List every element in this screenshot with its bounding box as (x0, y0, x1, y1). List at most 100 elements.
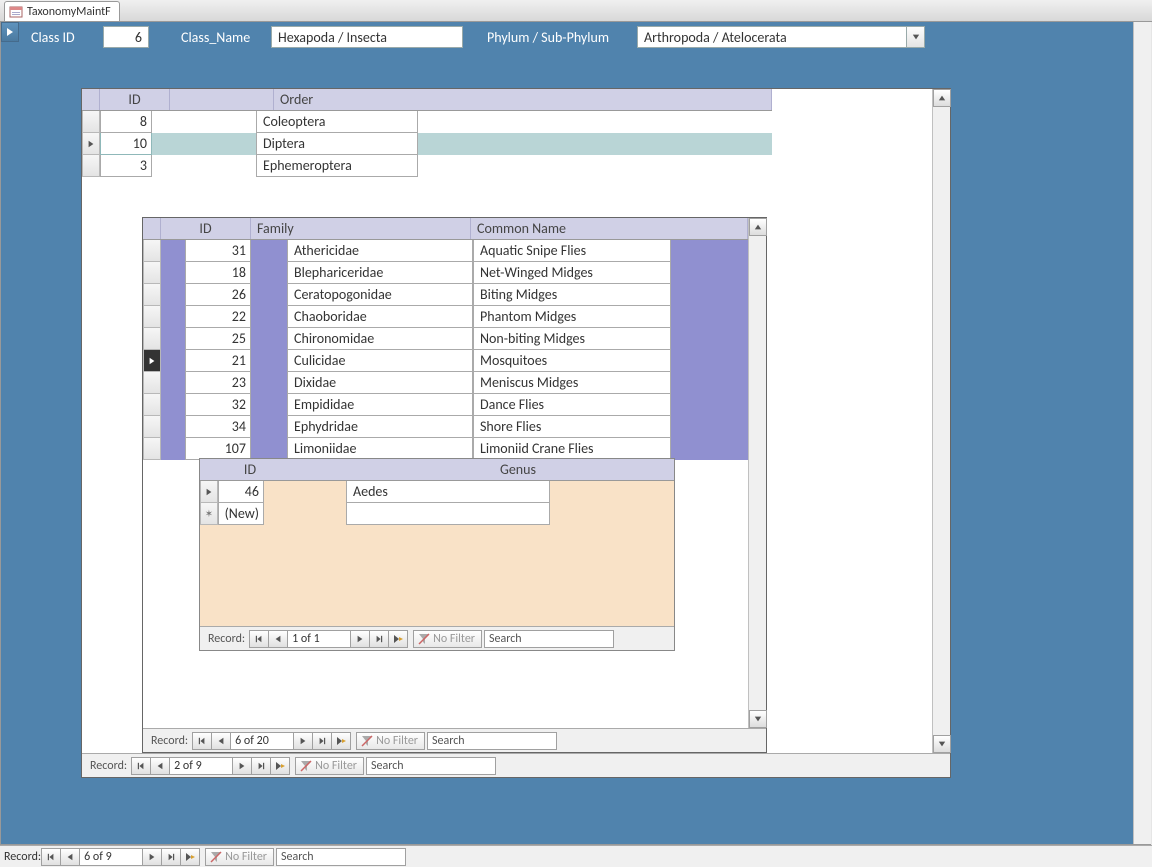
next-record-button[interactable] (350, 630, 370, 648)
families-common-header[interactable]: Common Name (471, 218, 748, 239)
family-row[interactable]: 21CulicidaeMosquitoes (143, 350, 748, 372)
families-id-header[interactable]: ID (161, 218, 251, 239)
orders-vscroll[interactable] (932, 89, 950, 753)
row-selector[interactable] (143, 328, 161, 350)
prev-record-button[interactable] (268, 630, 288, 648)
row-selector[interactable] (143, 372, 161, 394)
family-common-name[interactable]: Non-biting Midges (473, 328, 671, 350)
order-row[interactable]: 10 Diptera (82, 133, 772, 155)
new-record-button[interactable] (388, 630, 408, 648)
filter-button[interactable]: No Filter (413, 630, 482, 648)
row-selector[interactable] (143, 262, 161, 284)
search-input[interactable]: Search (276, 848, 406, 866)
family-name[interactable]: Empididae (287, 394, 473, 416)
family-common-name[interactable]: Shore Flies (473, 416, 671, 438)
order-name[interactable]: Diptera (256, 133, 418, 155)
row-selector[interactable] (200, 481, 218, 503)
last-record-button[interactable] (312, 732, 332, 750)
new-record-button[interactable] (270, 757, 290, 775)
class-name-field[interactable]: Hexapoda / Insecta (271, 26, 463, 48)
row-selector[interactable] (82, 133, 100, 155)
family-common-name[interactable]: Mosquitoes (473, 350, 671, 372)
family-row[interactable]: 31 AthericidaeAquatic Snipe Flies (143, 240, 748, 262)
last-record-button[interactable] (161, 848, 181, 866)
family-row[interactable]: 18BlephariceridaeNet-Winged Midges (143, 262, 748, 284)
family-id[interactable]: 34 (185, 416, 251, 438)
family-name[interactable]: Limoniidae (287, 438, 473, 460)
prev-record-button[interactable] (150, 757, 170, 775)
family-name[interactable]: Chironomidae (287, 328, 473, 350)
family-id[interactable]: 18 (185, 262, 251, 284)
genera-id-header[interactable]: ID (218, 459, 282, 480)
family-id[interactable]: 107 (185, 438, 251, 460)
row-selector[interactable] (82, 111, 100, 133)
family-common-name[interactable]: Phantom Midges (473, 306, 671, 328)
family-row[interactable]: 23DixidaeMeniscus Midges (143, 372, 748, 394)
genus-row[interactable]: 46Aedes (200, 481, 674, 503)
families-rowsel-header[interactable] (143, 218, 161, 239)
record-position[interactable]: 1 of 1 (287, 630, 351, 648)
row-selector[interactable] (143, 438, 161, 460)
next-record-button[interactable] (232, 757, 252, 775)
search-input[interactable]: Search (484, 630, 614, 648)
orders-order-header[interactable]: Order (274, 89, 772, 110)
family-row[interactable]: 32EmpididaeDance Flies (143, 394, 748, 416)
last-record-button[interactable] (251, 757, 271, 775)
scroll-up-icon[interactable] (749, 218, 767, 236)
record-position[interactable]: 6 of 20 (230, 732, 294, 750)
filter-button[interactable]: No Filter (295, 757, 364, 775)
next-record-button[interactable] (293, 732, 313, 750)
scroll-down-icon[interactable] (749, 710, 767, 728)
last-record-button[interactable] (369, 630, 389, 648)
order-row[interactable]: 8 Coleoptera (82, 111, 772, 133)
family-name[interactable]: Ceratopogonidae (287, 284, 473, 306)
genera-spacer-header[interactable] (282, 459, 362, 480)
filter-button[interactable]: No Filter (356, 732, 425, 750)
scroll-up-icon[interactable] (933, 89, 951, 107)
new-record-button[interactable] (180, 848, 200, 866)
form-tab[interactable]: TaxonomyMaintF (4, 1, 120, 21)
genera-rowsel-header[interactable] (200, 459, 218, 480)
first-record-button[interactable] (192, 732, 212, 750)
doc-vscroll[interactable] (1133, 22, 1151, 844)
row-selector[interactable] (200, 503, 218, 525)
family-id[interactable]: 21 (185, 350, 251, 372)
new-record-button[interactable] (331, 732, 351, 750)
family-row[interactable]: 107LimoniidaeLimoniid Crane Flies (143, 438, 748, 460)
row-selector[interactable] (143, 284, 161, 306)
genus-id[interactable]: (New) (218, 503, 264, 525)
class-record-selector-btn[interactable] (1, 22, 19, 42)
first-record-button[interactable] (41, 848, 61, 866)
families-vscroll[interactable] (748, 218, 766, 728)
family-id[interactable]: 25 (185, 328, 251, 350)
families-family-header[interactable]: Family (251, 218, 471, 239)
filter-button[interactable]: No Filter (205, 848, 274, 866)
genus-row[interactable]: (New) (200, 503, 674, 525)
order-id[interactable]: 8 (100, 111, 152, 133)
row-selector[interactable] (143, 394, 161, 416)
orders-spacer-header[interactable] (170, 89, 274, 110)
family-common-name[interactable]: Biting Midges (473, 284, 671, 306)
family-common-name[interactable]: Meniscus Midges (473, 372, 671, 394)
first-record-button[interactable] (249, 630, 269, 648)
family-id[interactable]: 31 (185, 240, 251, 262)
family-name[interactable]: Athericidae (287, 240, 473, 262)
genus-name[interactable] (346, 503, 550, 525)
order-name[interactable]: Coleoptera (256, 111, 418, 133)
first-record-button[interactable] (131, 757, 151, 775)
order-name[interactable]: Ephemeroptera (256, 155, 418, 177)
family-name[interactable]: Ephydridae (287, 416, 473, 438)
family-id[interactable]: 23 (185, 372, 251, 394)
family-common-name[interactable]: Net-Winged Midges (473, 262, 671, 284)
next-record-button[interactable] (142, 848, 162, 866)
family-id[interactable]: 32 (185, 394, 251, 416)
order-id[interactable]: 10 (100, 133, 152, 155)
row-selector[interactable] (82, 155, 100, 177)
record-position[interactable]: 2 of 9 (169, 757, 233, 775)
genus-id[interactable]: 46 (218, 481, 264, 503)
family-common-name[interactable]: Aquatic Snipe Flies (473, 240, 671, 262)
row-selector[interactable] (143, 240, 161, 262)
family-row[interactable]: 25 ChironomidaeNon-biting Midges (143, 328, 748, 350)
class-id-field[interactable]: 6 (103, 26, 149, 48)
search-input[interactable]: Search (366, 757, 496, 775)
